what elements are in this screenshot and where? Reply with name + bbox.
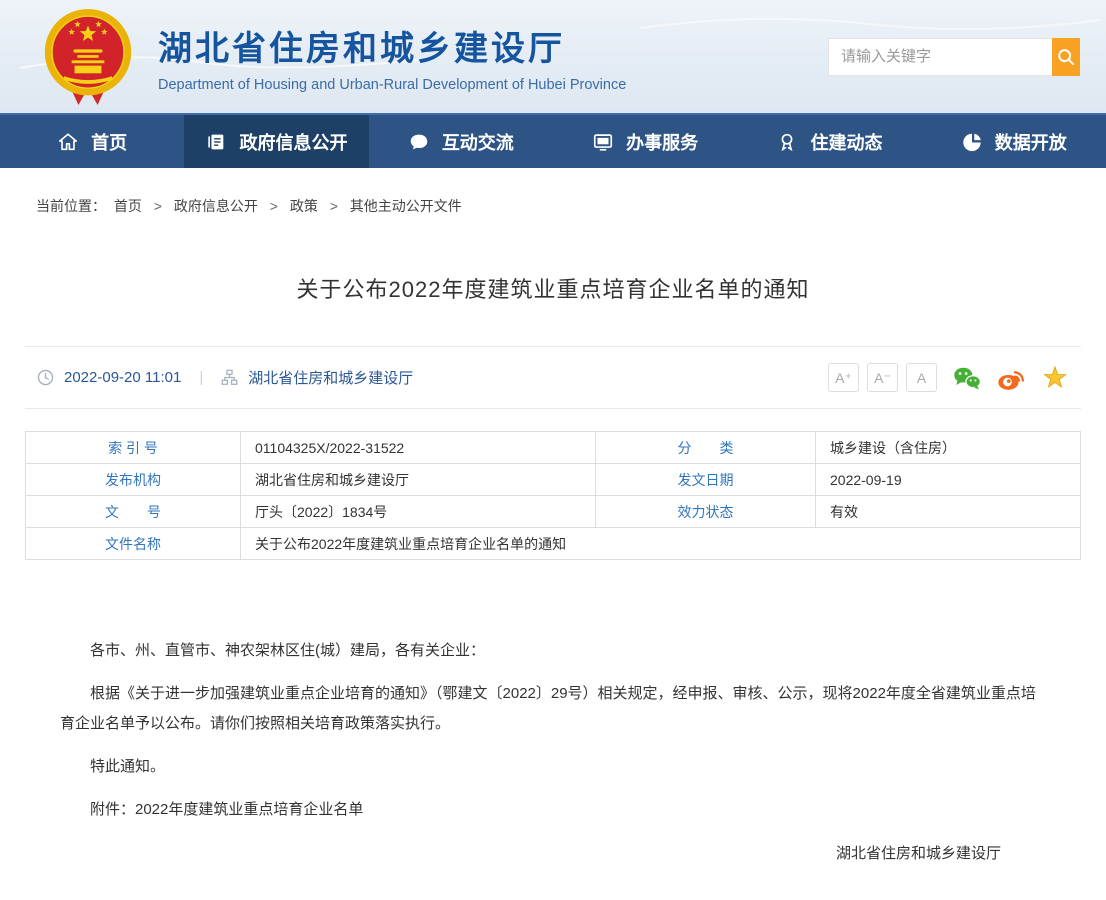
breadcrumb-item-other-files[interactable]: 其他主动公开文件 (350, 198, 462, 214)
site-header: 湖北省住房和城乡建设厅 Department of Housing and Ur… (0, 0, 1106, 113)
breadcrumb-separator: > (270, 198, 278, 214)
publish-time: 2022-09-20 11:01 (64, 369, 181, 386)
table-row: 发布机构 湖北省住房和城乡建设厅 发文日期 2022-09-19 (26, 464, 1081, 496)
breadcrumb-item-home[interactable]: 首页 (114, 198, 142, 214)
doc-number-label: 文 号 (26, 496, 241, 528)
meta-divider: | (199, 369, 203, 386)
validity-value: 有效 (816, 496, 1081, 528)
article-title: 关于公布2022年度建筑业重点培育企业名单的通知 (25, 272, 1081, 304)
agency-value: 湖北省住房和城乡建设厅 (241, 464, 596, 496)
search-icon (1056, 47, 1076, 67)
category-label: 分 类 (596, 432, 816, 464)
breadcrumb-separator: > (330, 198, 338, 214)
nav-item-interaction[interactable]: 互动交流 (369, 115, 553, 168)
article-meta-left: 2022-09-20 11:01 | 湖北省住房和城乡建设厅 (37, 367, 413, 388)
wechat-share-icon[interactable] (953, 365, 981, 391)
font-larger-button[interactable]: A⁺ (828, 363, 859, 392)
salutation-paragraph: 各市、州、直管市、神农架林区住(城）建局，各有关企业： (60, 636, 1046, 666)
breadcrumb-separator: > (154, 198, 162, 214)
breadcrumb-label: 当前位置： (36, 198, 106, 214)
main-nav: 首页 政府信息公开 互动交流 办事服务 住建动态 (0, 113, 1106, 168)
category-value: 城乡建设（含住房） (816, 432, 1081, 464)
nav-item-label: 数据开放 (995, 129, 1067, 155)
nav-item-services[interactable]: 办事服务 (553, 115, 737, 168)
nav-item-news[interactable]: 住建动态 (737, 115, 921, 168)
monitor-icon (592, 131, 614, 153)
article-container: 关于公布2022年度建筑业重点培育企业名单的通知 2022-09-20 11:0… (0, 272, 1106, 900)
source-org-icon (221, 369, 238, 386)
favorite-star-icon[interactable] (1041, 365, 1069, 391)
nav-item-label: 住建动态 (810, 129, 882, 155)
document-icon (205, 131, 227, 153)
brand: 湖北省住房和城乡建设厅 Department of Housing and Ur… (40, 7, 626, 107)
home-icon (57, 131, 79, 153)
table-row: 索 引 号 01104325X/2022-31522 分 类 城乡建设（含住房） (26, 432, 1081, 464)
search-box (828, 38, 1080, 76)
nav-item-gov-info[interactable]: 政府信息公开 (184, 115, 368, 168)
table-row: 文 号 厅头〔2022〕1834号 效力状态 有效 (26, 496, 1081, 528)
doc-name-value: 关于公布2022年度建筑业重点培育企业名单的通知 (241, 528, 1081, 560)
nav-item-label: 互动交流 (442, 129, 514, 155)
index-number-label: 索 引 号 (26, 432, 241, 464)
breadcrumb-item-gov-info[interactable]: 政府信息公开 (174, 198, 258, 214)
clock-icon (37, 369, 54, 386)
pie-chart-icon (961, 131, 983, 153)
attachment-line: 附件：2022年度建筑业重点培育企业名单 (60, 795, 1046, 825)
issue-date-value: 2022-09-19 (816, 464, 1081, 496)
article-meta-row: 2022-09-20 11:01 | 湖北省住房和城乡建设厅 A⁺ A⁻ A (25, 347, 1081, 409)
article-source: 湖北省住房和城乡建设厅 (248, 367, 413, 388)
body-paragraph: 根据《关于进一步加强建筑业重点企业培育的通知》（鄂建文〔2022〕29号）相关规… (60, 679, 1046, 739)
index-number-value: 01104325X/2022-31522 (241, 432, 596, 464)
badge-icon (776, 131, 798, 153)
nav-item-label: 首页 (91, 129, 127, 155)
site-title: 湖北省住房和城乡建设厅 (158, 21, 626, 70)
nav-item-open-data[interactable]: 数据开放 (922, 115, 1106, 168)
font-smaller-button[interactable]: A⁻ (867, 363, 898, 392)
nav-item-label: 政府信息公开 (239, 129, 347, 155)
weibo-share-icon[interactable] (997, 365, 1025, 391)
chat-bubble-icon (408, 131, 430, 153)
nav-item-home[interactable]: 首页 (0, 115, 184, 168)
breadcrumb-item-policy[interactable]: 政策 (290, 198, 318, 214)
doc-name-label: 文件名称 (26, 528, 241, 560)
national-emblem-logo (40, 7, 136, 107)
nav-item-label: 办事服务 (626, 129, 698, 155)
site-subtitle: Department of Housing and Urban-Rural De… (158, 77, 626, 93)
breadcrumb: 当前位置： 首页 > 政府信息公开 > 政策 > 其他主动公开文件 (0, 168, 1106, 216)
document-body: 各市、州、直管市、神农架林区住(城）建局，各有关企业： 根据《关于进一步加强建筑… (25, 560, 1081, 900)
search-input[interactable] (828, 38, 1052, 76)
search-button[interactable] (1052, 38, 1080, 76)
article-meta-tools: A⁺ A⁻ A (828, 363, 1069, 392)
table-row: 文件名称 关于公布2022年度建筑业重点培育企业名单的通知 (26, 528, 1081, 560)
agency-label: 发布机构 (26, 464, 241, 496)
document-meta-table: 索 引 号 01104325X/2022-31522 分 类 城乡建设（含住房）… (25, 431, 1081, 560)
font-reset-button[interactable]: A (906, 363, 937, 392)
signature: 湖北省住房和城乡建设厅 (60, 839, 1046, 869)
brand-text: 湖北省住房和城乡建设厅 Department of Housing and Ur… (158, 21, 626, 93)
doc-number-value: 厅头〔2022〕1834号 (241, 496, 596, 528)
issue-date-label: 发文日期 (596, 464, 816, 496)
body-paragraph: 特此通知。 (60, 752, 1046, 782)
validity-label: 效力状态 (596, 496, 816, 528)
